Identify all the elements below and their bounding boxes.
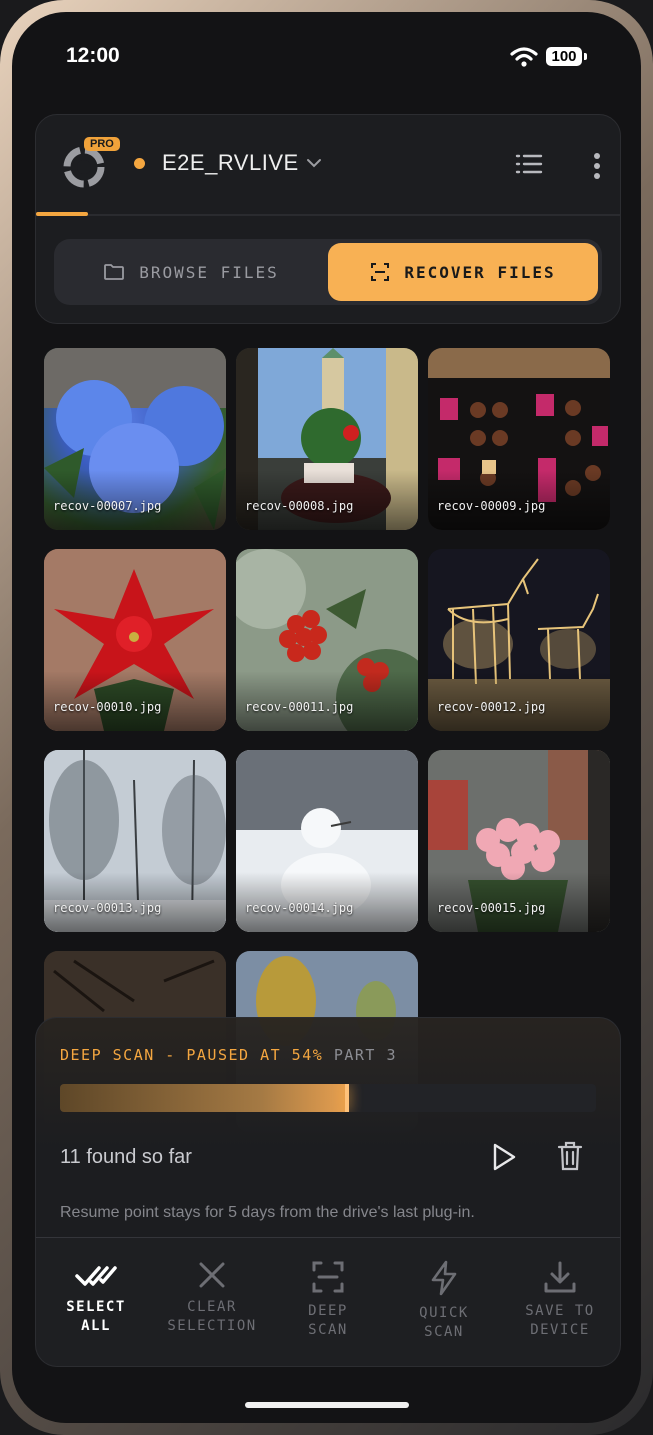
recover-files-tab[interactable]: RECOVER FILES (328, 243, 598, 301)
file-tile[interactable]: recov-00015.jpg (428, 750, 610, 932)
file-tile[interactable]: recov-00014.jpg (236, 750, 418, 932)
file-tile[interactable]: recov-00010.jpg (44, 549, 226, 731)
scan-progress-panel: DEEP SCAN - PAUSED AT 54% PART 3 11 foun… (35, 1017, 621, 1238)
drive-selector[interactable]: E2E_RVLIVE (162, 150, 299, 176)
scan-status-text: DEEP SCAN - PAUSED AT 54% (60, 1046, 324, 1064)
drive-status-dot (134, 158, 145, 169)
chevron-down-icon[interactable] (306, 157, 322, 169)
file-name: recov-00009.jpg (437, 499, 546, 513)
bolt-icon (431, 1260, 457, 1296)
battery-tip (584, 53, 587, 60)
save-to-device-label: SAVE TO DEVICE (525, 1303, 595, 1338)
file-tile[interactable]: recov-00011.jpg (236, 549, 418, 731)
scan-progress-fill (60, 1084, 350, 1112)
app-logo-icon[interactable] (62, 145, 106, 189)
play-icon[interactable] (490, 1142, 518, 1172)
trash-icon[interactable] (556, 1140, 584, 1172)
status-time: 12:00 (66, 44, 120, 67)
mode-segmented-control: BROWSE FILES RECOVER FILES (54, 239, 602, 305)
file-name: recov-00012.jpg (437, 700, 546, 714)
file-name: recov-00011.jpg (245, 700, 354, 714)
save-to-device-button[interactable]: SAVE TO DEVICE (502, 1238, 618, 1366)
file-name: recov-00010.jpg (53, 700, 162, 714)
scan-title: DEEP SCAN - PAUSED AT 54% PART 3 (60, 1046, 397, 1064)
download-icon (544, 1261, 576, 1293)
file-name: recov-00014.jpg (245, 901, 354, 915)
browse-files-tab[interactable]: BROWSE FILES (60, 243, 322, 301)
header-divider (36, 214, 620, 216)
clear-selection-label: CLEAR SELECTION (167, 1299, 257, 1334)
list-icon[interactable] (514, 153, 544, 179)
scan-icon (312, 1261, 344, 1293)
scan-icon (371, 263, 390, 281)
deep-scan-button[interactable]: DEEP SCAN (270, 1238, 386, 1366)
browse-files-label: BROWSE FILES (139, 262, 279, 282)
file-tile[interactable]: recov-00008.jpg (236, 348, 418, 530)
scan-part-text: PART 3 (333, 1046, 397, 1064)
more-vertical-icon[interactable] (592, 151, 602, 183)
scan-progress-bar (60, 1084, 596, 1112)
file-name: recov-00013.jpg (53, 901, 162, 915)
close-icon (199, 1262, 225, 1288)
file-tile[interactable]: recov-00007.jpg (44, 348, 226, 530)
file-tile[interactable]: recov-00009.jpg (428, 348, 610, 530)
double-check-icon (75, 1266, 117, 1286)
tab-indicator (36, 212, 88, 216)
bottom-toolbar: SELECT ALL CLEAR SELECTION DEEP SCAN QUI… (35, 1237, 621, 1367)
deep-scan-label: DEEP SCAN (308, 1303, 348, 1338)
header-card: PRO E2E_RVLIVE BROWSE FILES RECOVER FILE… (35, 114, 621, 324)
found-count: 11 found so far (60, 1146, 192, 1168)
file-name: recov-00008.jpg (245, 499, 354, 513)
battery-indicator: 100 (546, 47, 582, 66)
select-all-button[interactable]: SELECT ALL (38, 1238, 154, 1366)
scan-progress-head (345, 1084, 350, 1112)
file-name: recov-00007.jpg (53, 499, 162, 513)
file-tile[interactable]: recov-00013.jpg (44, 750, 226, 932)
resume-note: Resume point stays for 5 days from the d… (60, 1204, 475, 1221)
recover-files-label: RECOVER FILES (404, 262, 556, 282)
file-tile[interactable]: recov-00012.jpg (428, 549, 610, 731)
select-all-label: SELECT ALL (66, 1299, 126, 1334)
quick-scan-label: QUICK SCAN (419, 1305, 469, 1340)
wifi-icon (510, 47, 538, 67)
quick-scan-button[interactable]: QUICK SCAN (386, 1238, 502, 1366)
clear-selection-button[interactable]: CLEAR SELECTION (154, 1238, 270, 1366)
home-indicator[interactable] (245, 1402, 409, 1408)
file-name: recov-00015.jpg (437, 901, 546, 915)
screen: 12:00 100 PRO E2E_RVLIVE BROWSE FILES RE… (12, 12, 641, 1423)
pro-badge: PRO (84, 137, 120, 151)
status-bar: 12:00 100 (12, 42, 641, 74)
folder-icon (104, 264, 125, 280)
